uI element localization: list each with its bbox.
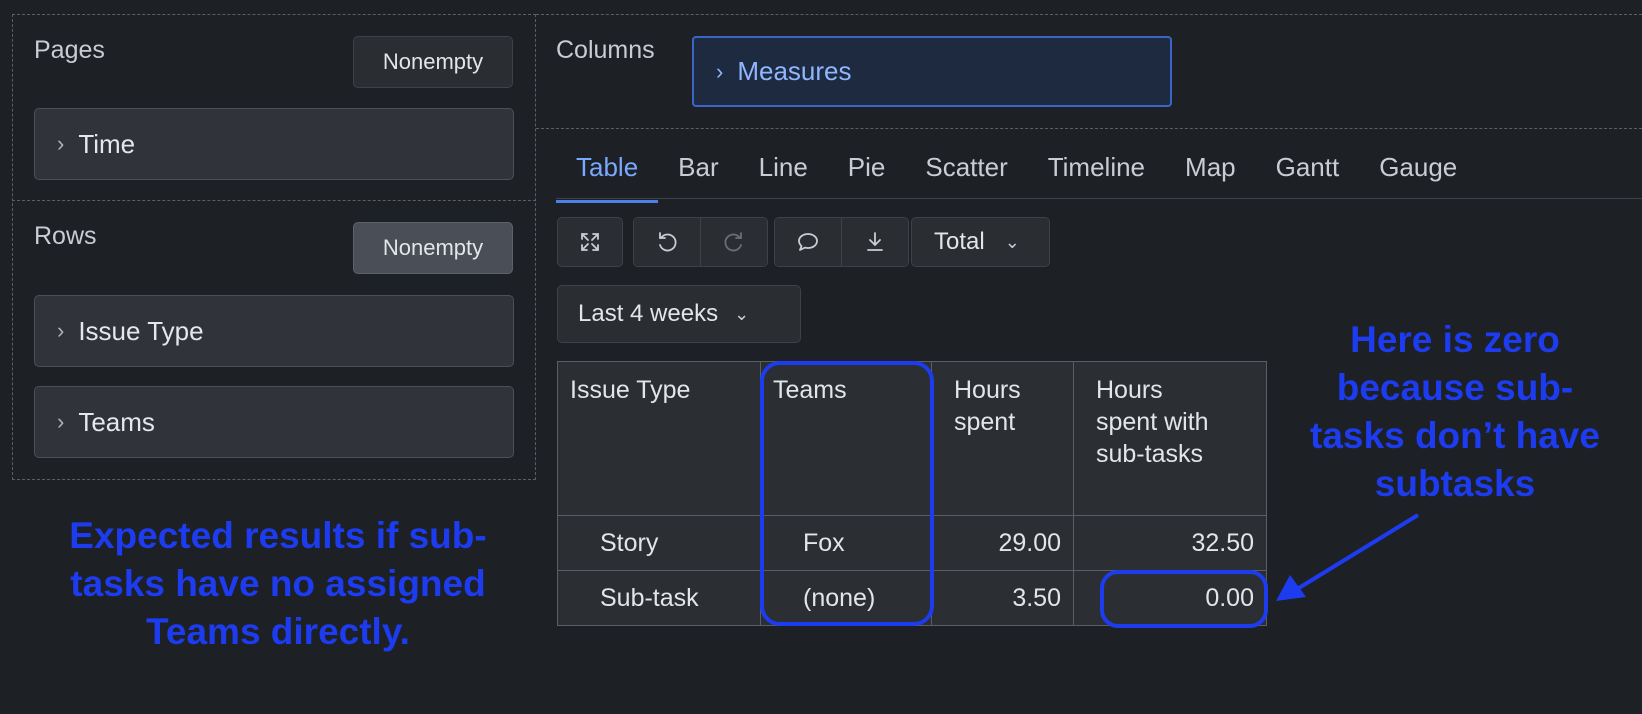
undo-button[interactable]: [634, 218, 701, 266]
chevron-right-icon: ›: [57, 131, 65, 156]
columns-dimension-measures[interactable]: › Measures: [692, 36, 1172, 107]
period-dropdown[interactable]: Last 4 weeks ⌄: [557, 285, 801, 343]
undo-icon: [659, 232, 677, 252]
annotation-left: Expected results if sub-tasks have no as…: [69, 515, 487, 652]
columns-label: Columns: [556, 36, 655, 64]
tab-gantt[interactable]: Gantt: [1256, 134, 1360, 200]
header-hours-spent[interactable]: Hours spent: [931, 361, 1074, 516]
chevron-right-icon: ›: [57, 318, 65, 343]
dimension-label: Teams: [78, 406, 155, 437]
share-button-group: [774, 217, 909, 267]
rows-dimension-issue-type[interactable]: › Issue Type: [34, 295, 514, 367]
history-button-group: [633, 217, 768, 267]
tab-scatter[interactable]: Scatter: [905, 134, 1027, 200]
chevron-down-icon: ⌄: [734, 303, 750, 324]
download-button[interactable]: [842, 218, 908, 266]
header-issue-type[interactable]: Issue Type: [557, 361, 761, 516]
rows-dimension-teams[interactable]: › Teams: [34, 386, 514, 458]
tab-pie[interactable]: Pie: [828, 134, 906, 200]
dimension-label: Time: [78, 128, 136, 159]
tab-bar[interactable]: Bar: [658, 134, 738, 200]
tab-table[interactable]: Table: [556, 134, 659, 203]
dimension-label: Measures: [737, 56, 852, 86]
redo-icon: [724, 232, 742, 252]
tab-line[interactable]: Line: [739, 134, 828, 200]
rows-nonempty-button[interactable]: Nonempty: [353, 222, 513, 274]
pages-label: Pages: [34, 36, 105, 64]
chevron-down-icon: ⌄: [1004, 231, 1020, 252]
cell-issue-type: Sub-task: [557, 570, 761, 626]
fullscreen-button[interactable]: [557, 217, 623, 267]
total-label: Total: [934, 228, 985, 255]
rows-label: Rows: [34, 222, 97, 250]
annotation-right: Here is zero because sub-tasks don’t hav…: [1310, 319, 1600, 504]
cell-hours-spent: 29.00: [931, 515, 1074, 571]
tab-map[interactable]: Map: [1165, 134, 1256, 200]
tab-gauge[interactable]: Gauge: [1359, 134, 1477, 200]
cell-issue-type: Story: [557, 515, 761, 571]
chevron-right-icon: ›: [57, 409, 65, 434]
dimension-label: Issue Type: [78, 315, 204, 346]
cell-hours-spent: 3.50: [931, 570, 1074, 626]
expand-icon: [581, 233, 599, 251]
download-icon: [867, 232, 883, 251]
annotation-arrow: [1276, 513, 1420, 601]
columns-divider: [536, 128, 1642, 129]
comment-button[interactable]: [775, 218, 842, 266]
top-divider: [536, 14, 1642, 15]
comment-icon: [798, 233, 818, 251]
cell-hours-spent-with-subtasks: 32.50: [1073, 515, 1267, 571]
pages-nonempty-button[interactable]: Nonempty: [353, 36, 513, 88]
pages-dimension-time[interactable]: › Time: [34, 108, 514, 180]
period-label: Last 4 weeks: [578, 300, 719, 327]
panel-divider: [12, 200, 536, 201]
chevron-right-icon: ›: [716, 58, 724, 84]
tab-timeline[interactable]: Timeline: [1028, 134, 1165, 200]
teams-column-highlight: [760, 361, 934, 626]
redo-button[interactable]: [701, 218, 767, 266]
header-hours-spent-with-subtasks[interactable]: Hours spent with sub-tasks: [1073, 361, 1267, 516]
chart-type-tabs: Table Bar Line Pie Scatter Timeline Map …: [556, 134, 1477, 203]
total-dropdown[interactable]: Total ⌄: [911, 217, 1050, 267]
zero-cell-highlight: [1100, 570, 1268, 628]
